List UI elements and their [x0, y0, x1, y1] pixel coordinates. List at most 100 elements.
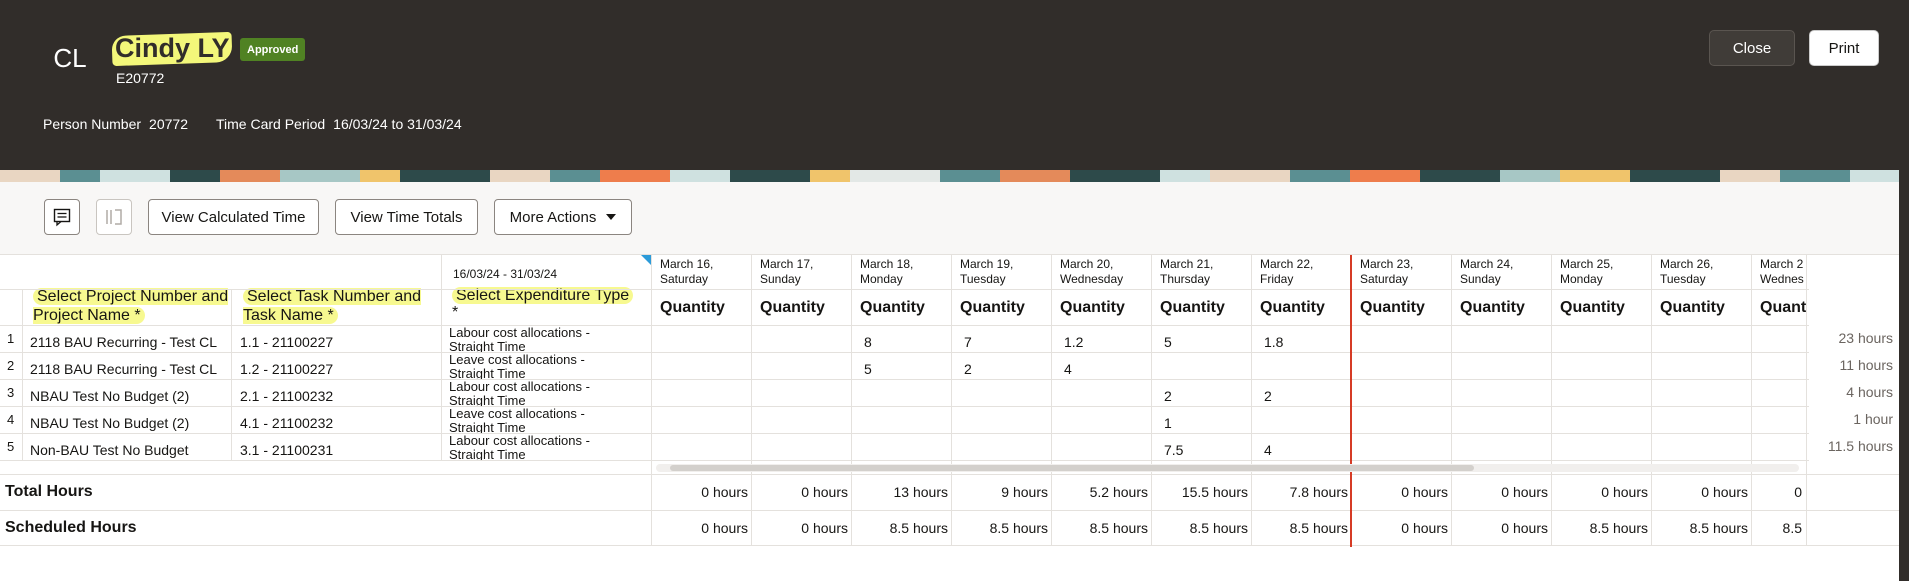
total-hours-cell: 0 hours: [701, 484, 748, 500]
total-hours-cell: 0 hours: [1501, 484, 1548, 500]
day-name: Monday: [1560, 272, 1603, 286]
column-expenditure-header[interactable]: Select Expenditure Type *: [452, 287, 642, 321]
total-hours-cell: 9 hours: [1001, 484, 1048, 500]
total-hours-cell: 13 hours: [893, 484, 948, 500]
more-actions-button[interactable]: More Actions: [494, 199, 632, 235]
view-calculated-time-button[interactable]: View Calculated Time: [148, 199, 319, 235]
scheduled-hours-cell: 8.5: [1782, 520, 1802, 536]
task-cell[interactable]: 3.1 - 21100231: [240, 442, 440, 458]
column-project-header[interactable]: Select Project Number and Project Name *: [33, 287, 233, 325]
day-header: March 23, Saturday: [1360, 257, 1452, 289]
day-name: Tuesday: [1660, 272, 1706, 286]
period-value: 16/03/24 to 31/03/24: [333, 116, 462, 132]
project-cell[interactable]: 2118 BAU Recurring - Test CL: [30, 334, 230, 350]
expenditure-line: Straight Time: [449, 393, 526, 407]
right-edge: [1899, 0, 1909, 581]
view-time-totals-button[interactable]: View Time Totals: [335, 199, 478, 235]
day-name: Tuesday: [960, 272, 1006, 286]
quantity-input[interactable]: 8: [864, 334, 944, 350]
quantity-input[interactable]: 4: [1264, 442, 1344, 458]
total-hours-label: Total Hours: [5, 483, 93, 500]
row-total: 4 hours: [1846, 384, 1893, 400]
row-total: 11 hours: [1839, 357, 1893, 373]
day-name: Monday: [860, 272, 903, 286]
person-number-label: Person Number: [43, 116, 142, 132]
expenditure-line: Leave cost allocations -: [449, 407, 585, 421]
day-date: March 18,: [860, 257, 914, 271]
quantity-input[interactable]: 1.2: [1064, 334, 1144, 350]
project-cell[interactable]: Non-BAU Test No Budget: [30, 442, 230, 458]
expenditure-line: Leave cost allocations -: [449, 353, 585, 367]
project-cell[interactable]: NBAU Test No Budget (2): [30, 415, 230, 431]
quantity-header: Quantity: [860, 299, 925, 316]
day-name: Sunday: [760, 272, 801, 286]
total-hours-cell: 0 hours: [1701, 484, 1748, 500]
project-cell[interactable]: 2118 BAU Recurring - Test CL: [30, 361, 230, 377]
day-date: March 22,: [1260, 257, 1314, 271]
day-name: Saturday: [1360, 272, 1409, 286]
expenditure-cell[interactable]: Leave cost allocations - Straight Time: [449, 353, 649, 379]
comments-button[interactable]: [44, 199, 80, 235]
quantity-input[interactable]: 4: [1064, 361, 1144, 377]
columns-button[interactable]: [96, 199, 132, 235]
expenditure-cell[interactable]: Labour cost allocations - Straight Time: [449, 434, 649, 460]
date-range: 16/03/24 - 31/03/24: [453, 267, 558, 281]
day-header: March 2 Wednes: [1760, 257, 1806, 289]
row-total: 1 hour: [1853, 411, 1893, 427]
expenditure-cell[interactable]: Labour cost allocations - Straight Time: [449, 380, 649, 406]
quantity-header: Quantity: [1160, 299, 1225, 316]
corner-indicator: [641, 255, 651, 265]
expenditure-line: Labour cost allocations -: [449, 380, 590, 394]
quantity-input[interactable]: 5: [864, 361, 944, 377]
task-cell[interactable]: 1.2 - 21100227: [240, 361, 440, 377]
avatar: CL: [53, 42, 87, 73]
scheduled-hours-cell: 0 hours: [1501, 520, 1548, 536]
employee-id: E20772: [116, 70, 165, 86]
columns-icon: [106, 209, 122, 225]
day-header: March 25, Monday: [1560, 257, 1652, 289]
task-cell[interactable]: 2.1 - 21100232: [240, 388, 440, 404]
quantity-input[interactable]: 7: [964, 334, 1044, 350]
scrollbar-thumb[interactable]: [670, 465, 1474, 471]
person-name: Cindy LY: [115, 33, 230, 63]
quantity-header: Quantity: [1460, 299, 1525, 316]
total-hours-cell: 0 hours: [1601, 484, 1648, 500]
expenditure-cell[interactable]: Leave cost allocations - Straight Time: [449, 407, 649, 433]
expenditure-cell[interactable]: Labour cost allocations - Straight Time: [449, 326, 649, 352]
close-button[interactable]: Close: [1709, 30, 1795, 66]
quantity-header: Quantity: [1560, 299, 1625, 316]
scheduled-hours-cell: 0 hours: [701, 520, 748, 536]
print-button[interactable]: Print: [1809, 30, 1879, 66]
row-number: 2: [7, 358, 15, 373]
task-cell[interactable]: 4.1 - 21100232: [240, 415, 440, 431]
quantity-input[interactable]: 5: [1164, 334, 1244, 350]
row-number: 3: [7, 385, 15, 400]
total-hours-cell: 7.8 hours: [1289, 484, 1348, 500]
status-badge: Approved: [240, 38, 306, 61]
day-header: March 18, Monday: [860, 257, 952, 289]
row-total: 23 hours: [1838, 330, 1893, 346]
header: CL Cindy LY Approved E20772 Person Numbe…: [0, 0, 1909, 170]
caret-down-icon: [606, 214, 617, 220]
quantity-input[interactable]: 2: [964, 361, 1044, 377]
day-name: Thursday: [1160, 272, 1211, 286]
quantity-input[interactable]: 2: [1164, 388, 1244, 404]
quantity-input[interactable]: 1: [1164, 415, 1244, 431]
project-cell[interactable]: NBAU Test No Budget (2): [30, 388, 230, 404]
quantity-input[interactable]: 2: [1264, 388, 1344, 404]
quantity-input[interactable]: 7.5: [1164, 442, 1244, 458]
total-hours-cell: 5.2 hours: [1089, 484, 1148, 500]
day-date: March 20,: [1060, 257, 1114, 271]
day-header: March 21, Thursday: [1160, 257, 1252, 289]
day-date: March 26,: [1660, 257, 1714, 271]
quantity-input[interactable]: 1.8: [1264, 334, 1344, 350]
task-cell[interactable]: 1.1 - 21100227: [240, 334, 440, 350]
column-task-header[interactable]: Select Task Number and Task Name *: [243, 287, 433, 325]
day-name: Wednes: [1760, 272, 1804, 286]
day-date: March 24,: [1460, 257, 1514, 271]
row-total: 11.5 hours: [1827, 438, 1893, 454]
scheduled-hours-cell: 8.5 hours: [889, 520, 948, 536]
toolbar: View Calculated Time View Time Totals Mo…: [0, 182, 1899, 255]
expenditure-line: Straight Time: [449, 366, 526, 380]
day-date: March 16,: [660, 257, 714, 271]
